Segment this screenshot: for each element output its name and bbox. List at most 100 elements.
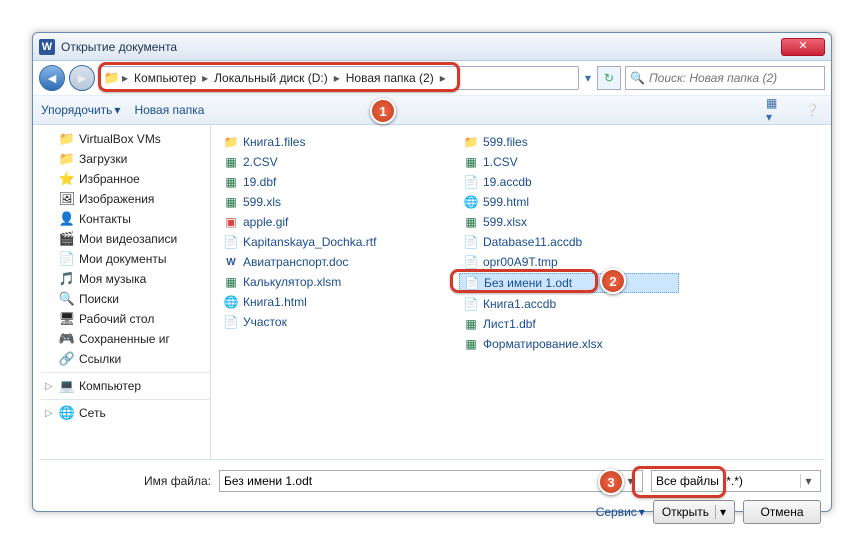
file-item[interactable]: 📄Database11.accdb <box>459 233 679 251</box>
views-button[interactable]: ▦ ▾ <box>765 99 787 121</box>
file-icon: ▦ <box>463 154 479 170</box>
expand-icon[interactable]: ▷ <box>45 381 55 392</box>
folder-tree[interactable]: 📁VirtualBox VMs📁Загрузки⭐Избранное🖼Изобр… <box>33 125 211 459</box>
chevron-down-icon: ▾ <box>639 505 645 519</box>
filename-label: Имя файла: <box>43 474 211 488</box>
file-icon: 📄 <box>463 254 479 270</box>
filename-value: Без имени 1.odt <box>224 474 622 488</box>
file-item[interactable]: 📄opr00A9T.tmp <box>459 253 679 271</box>
file-icon: 📄 <box>223 314 239 330</box>
chevron-down-icon[interactable]: ▾ <box>800 474 816 488</box>
main-area: 📁VirtualBox VMs📁Загрузки⭐Избранное🖼Изобр… <box>33 125 831 459</box>
filetype-value: Все файлы (*.*) <box>656 474 800 488</box>
tree-item[interactable]: 👤Контакты <box>41 209 210 229</box>
filename-combo[interactable]: Без имени 1.odt ▾ <box>219 470 643 492</box>
tree-computer[interactable]: ▷💻Компьютер <box>41 376 210 396</box>
tree-item[interactable]: 📁Загрузки <box>41 149 210 169</box>
tree-item[interactable]: 🎬Мои видеозаписи <box>41 229 210 249</box>
file-item[interactable]: WАвиатранспорт.doc <box>219 253 439 271</box>
file-icon: ▦ <box>223 194 239 210</box>
file-item[interactable]: ▦Калькулятор.xlsm <box>219 273 439 291</box>
file-icon: 📄 <box>463 174 479 190</box>
tree-item[interactable]: 🔍Поиски <box>41 289 210 309</box>
open-split-dropdown[interactable]: ▾ <box>715 505 726 519</box>
file-icon: 📁 <box>463 134 479 150</box>
tree-item[interactable]: 📄Мои документы <box>41 249 210 269</box>
file-item[interactable]: 📄Без имени 1.odt <box>459 273 679 293</box>
tree-item[interactable]: 🔗Ссылки <box>41 349 210 369</box>
search-icon: 🔍 <box>59 291 75 307</box>
tree-item[interactable]: 🖼Изображения <box>41 189 210 209</box>
search-icon: 🔍 <box>630 71 645 85</box>
chevron-down-icon: ▾ <box>114 103 120 117</box>
file-icon: ▣ <box>223 214 239 230</box>
dialog-title: Открытие документа <box>61 40 781 54</box>
search-box[interactable]: 🔍 <box>625 66 825 90</box>
filetype-combo[interactable]: Все файлы (*.*) ▾ <box>651 470 821 492</box>
service-button[interactable]: Сервис ▾ <box>596 505 645 519</box>
file-item[interactable]: ▦599.xlsx <box>459 213 679 231</box>
file-item[interactable]: 🌐599.html <box>459 193 679 211</box>
link-icon: 🔗 <box>59 351 75 367</box>
file-item[interactable]: ▦599.xls <box>219 193 439 211</box>
file-icon: ▦ <box>463 316 479 332</box>
doc-icon: 📄 <box>59 251 75 267</box>
file-item[interactable]: 📄Книга1.accdb <box>459 295 679 313</box>
breadcrumb-segment[interactable]: Локальный диск (D:) <box>210 71 332 85</box>
file-item[interactable]: ▦19.dbf <box>219 173 439 191</box>
close-button[interactable]: ✕ <box>781 38 825 56</box>
file-item[interactable]: 📄Kapitanskaya_Dochka.rtf <box>219 233 439 251</box>
organize-button[interactable]: Упорядочить ▾ <box>41 103 120 117</box>
tree-item[interactable]: 🎵Моя музыка <box>41 269 210 289</box>
tree-item[interactable]: 📁VirtualBox VMs <box>41 129 210 149</box>
file-item[interactable]: ▦1.CSV <box>459 153 679 171</box>
new-folder-button[interactable]: Новая папка <box>134 103 204 117</box>
file-item[interactable]: 🌐Книга1.html <box>219 293 439 311</box>
file-icon: 📄 <box>464 275 480 291</box>
vid-icon: 🎬 <box>59 231 75 247</box>
desk-icon: 🖥 <box>59 311 75 327</box>
file-item[interactable]: 📁599.files <box>459 133 679 151</box>
file-icon: 📁 <box>223 134 239 150</box>
file-item[interactable]: 📄Участок <box>219 313 439 331</box>
search-input[interactable] <box>649 71 820 85</box>
tree-item[interactable]: 🖥Рабочий стол <box>41 309 210 329</box>
refresh-button[interactable]: ↻ <box>597 66 621 90</box>
tree-network[interactable]: ▷🌐Сеть <box>41 403 210 423</box>
chevron-down-icon[interactable]: ▾ <box>622 474 638 488</box>
file-icon: ▦ <box>463 214 479 230</box>
computer-icon: 💻 <box>59 378 75 394</box>
breadcrumb-bar[interactable]: 📁▸Компьютер▸Локальный диск (D:)▸Новая па… <box>99 66 579 90</box>
file-item[interactable]: ▣apple.gif <box>219 213 439 231</box>
file-item[interactable]: 📄19.accdb <box>459 173 679 191</box>
contact-icon: 👤 <box>59 211 75 227</box>
file-icon: 🌐 <box>463 194 479 210</box>
star-icon: ⭐ <box>59 171 75 187</box>
titlebar[interactable]: W Открытие документа ✕ <box>33 33 831 61</box>
breadcrumb-segment[interactable]: Компьютер <box>130 71 200 85</box>
file-icon: 🌐 <box>223 294 239 310</box>
back-button[interactable]: ◄ <box>39 65 65 91</box>
forward-button[interactable]: ► <box>69 65 95 91</box>
file-list[interactable]: 📁Книга1.files ▦2.CSV ▦19.dbf ▦599.xls ▣apple… <box>211 125 831 459</box>
file-item[interactable]: ▦Форматирование.xlsx <box>459 335 679 353</box>
file-icon: ▦ <box>223 274 239 290</box>
file-item[interactable]: ▦2.CSV <box>219 153 439 171</box>
file-item[interactable]: 📁Книга1.files <box>219 133 439 151</box>
file-item[interactable]: ▦Лист1.dbf <box>459 315 679 333</box>
fld-icon: 📁 <box>59 151 75 167</box>
bottom-panel: Имя файла: Без имени 1.odt ▾ Все файлы (… <box>33 460 831 532</box>
word-icon: W <box>39 39 55 55</box>
help-button[interactable]: ❔ <box>801 99 823 121</box>
file-icon: ▦ <box>223 174 239 190</box>
tree-item[interactable]: ⭐Избранное <box>41 169 210 189</box>
mus-icon: 🎵 <box>59 271 75 287</box>
expand-icon[interactable]: ▷ <box>45 408 55 419</box>
open-button[interactable]: Открыть ▾ <box>653 500 735 524</box>
tree-item[interactable]: 🎮Сохраненные иг <box>41 329 210 349</box>
fld-icon: 📁 <box>59 131 75 147</box>
breadcrumb-dropdown[interactable]: ▾ <box>583 71 593 85</box>
cancel-button[interactable]: Отмена <box>743 500 821 524</box>
breadcrumb-segment[interactable]: Новая папка (2) <box>342 71 438 85</box>
file-icon: 📄 <box>223 234 239 250</box>
